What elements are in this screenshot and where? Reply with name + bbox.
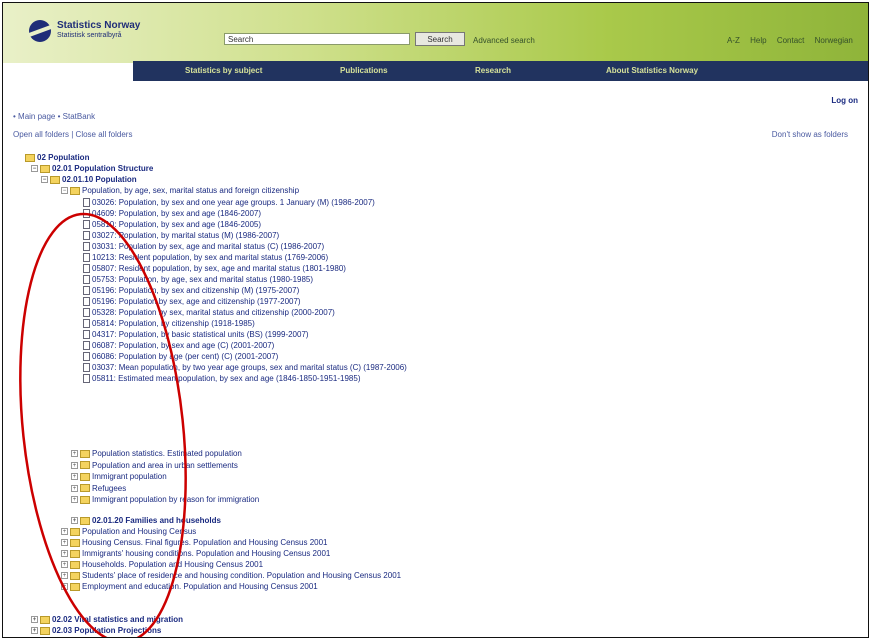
red-annotation-oval — [19, 212, 187, 637]
browser-frame: Statistics Norway Statistisk sentralbyrå… — [2, 2, 869, 638]
